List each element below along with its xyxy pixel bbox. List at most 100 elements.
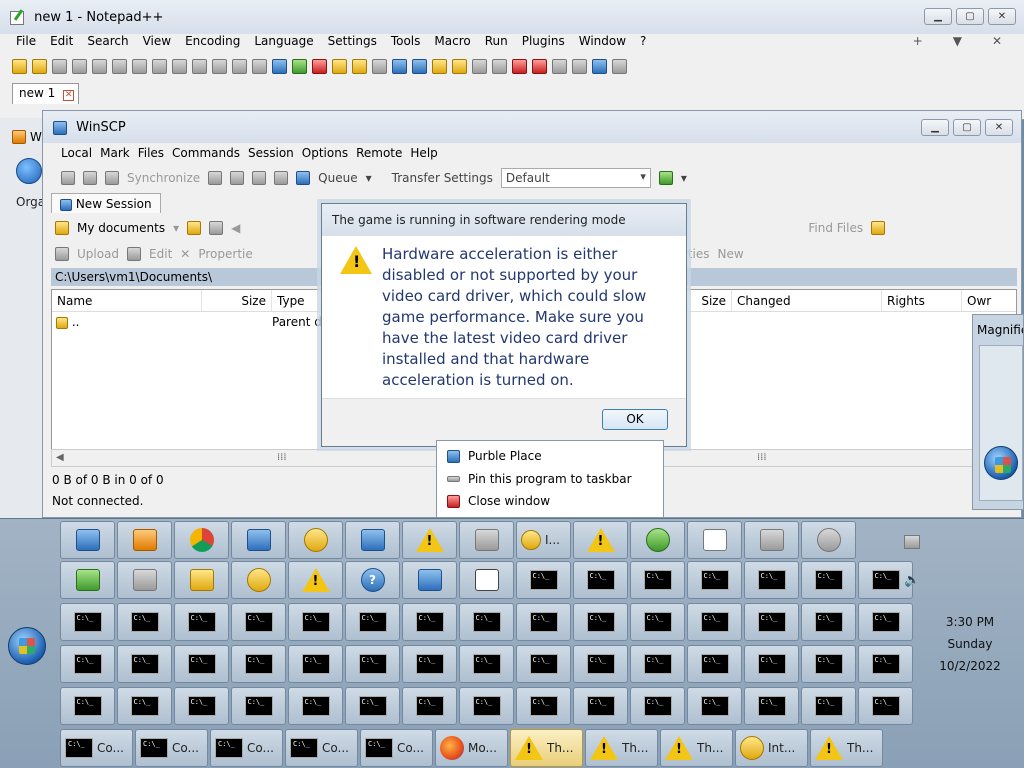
new-session-tab[interactable]: New Session [51,193,161,213]
tab-list-button[interactable]: ▼ [947,34,970,50]
taskbar-cmd[interactable]: C:\_ [402,603,457,641]
taskbar-cmd[interactable]: C:\_ [174,645,229,683]
filter-icon[interactable] [209,221,224,235]
menu-file[interactable]: File [10,34,44,50]
find-icon[interactable] [252,58,267,74]
taskbar-sticky-notes[interactable] [174,561,229,599]
console-icon[interactable] [208,171,223,185]
taskbar-warning-app-1[interactable] [402,521,457,559]
taskbar-chrome[interactable] [174,521,229,559]
record-macro-icon[interactable] [532,58,547,74]
upload-icon[interactable] [55,247,69,261]
monitoring-icon[interactable] [512,58,527,74]
taskbar-cmd[interactable]: C:\_ [288,603,343,641]
taskbar-calculator[interactable] [117,561,172,599]
jumplist-item-purble-place[interactable]: Purble Place [447,449,542,463]
word-wrap-icon[interactable] [372,58,387,74]
menu-settings[interactable]: Settings [322,34,385,50]
find-files-button[interactable]: Find Files [808,221,863,235]
taskbar-warning-game[interactable]: Th... [660,729,733,767]
taskbar-speech[interactable] [288,521,343,559]
clock-date[interactable]: 10/2/2022 [930,659,1010,673]
menu-view[interactable]: View [137,34,179,50]
close-all-icon[interactable] [112,58,127,74]
taskbar-cmd[interactable]: C:\_ [402,687,457,725]
taskbar-warning-game-active[interactable]: Th... [510,729,583,767]
taskbar-cmd[interactable]: C:\_ [801,561,856,599]
taskbar-cmd[interactable]: C:\_ [174,687,229,725]
edit-icon[interactable] [127,247,142,261]
preferences-icon[interactable] [252,171,267,185]
taskbar-cmd[interactable]: C:\_ [573,561,628,599]
menu-macro[interactable]: Macro [428,34,478,50]
taskbar-internet-game[interactable]: Int... [735,729,808,767]
col-rights[interactable]: Rights [882,290,962,311]
col-changed[interactable]: Changed [732,290,882,311]
stop-macro-icon[interactable] [552,58,567,74]
winscp-menu-local[interactable]: Local [61,146,98,160]
taskbar-cmd[interactable]: C:\_ [801,645,856,683]
open-file-icon[interactable] [32,58,47,74]
taskbar-cmd[interactable]: C:\_ [288,687,343,725]
clock-time[interactable]: 3:30 PM [930,615,1010,629]
zoom-out-icon[interactable] [312,58,327,74]
ok-button[interactable]: OK [602,409,668,430]
indent-guide-icon[interactable] [412,58,427,74]
gear-icon[interactable] [274,171,289,185]
save-all-icon[interactable] [72,58,87,74]
taskbar-paint[interactable] [231,561,286,599]
winscp-menu-remote[interactable]: Remote [356,146,408,160]
taskbar-cmd-labeled[interactable]: C:\_ Co... [360,729,433,767]
queue-dropdown-icon[interactable]: ▾ [366,171,372,185]
col-owner[interactable]: Owr [962,290,1002,311]
taskbar-cmd[interactable]: C:\_ [345,603,400,641]
zoom-in-icon[interactable] [292,58,307,74]
tree-toggle-icon[interactable] [871,221,886,235]
taskbar-cmd[interactable]: C:\_ [60,645,115,683]
tab-new-1[interactable]: new 1 ✕ [12,83,80,104]
taskbar-cmd[interactable]: C:\_ [516,561,571,599]
menu-edit[interactable]: Edit [44,34,81,50]
taskbar-chess-titans[interactable] [459,521,514,559]
minimize-button[interactable]: ▁ [924,8,952,25]
location-dropdown-icon[interactable]: ▾ [173,221,179,235]
taskbar-cmd[interactable]: C:\_ [744,687,799,725]
taskbar-magnifier[interactable] [345,521,400,559]
taskbar-cmd-labeled[interactable]: C:\_ Co... [285,729,358,767]
taskbar-cmd[interactable]: C:\_ [858,645,913,683]
print-icon[interactable] [132,58,147,74]
taskbar-cmd[interactable]: C:\_ [744,603,799,641]
winscp-menu-mark[interactable]: Mark [100,146,136,160]
clock-day[interactable]: Sunday [930,637,1010,651]
transfer-settings-select[interactable]: Default [500,168,651,188]
taskbar-cmd[interactable]: C:\_ [573,603,628,641]
start-button[interactable] [8,627,46,665]
language-icon[interactable] [432,58,447,74]
menu-run[interactable]: Run [479,34,516,50]
open-folder-icon[interactable] [187,221,202,235]
sync-horizontal-icon[interactable] [352,58,367,74]
synchronize-icon[interactable] [105,171,119,185]
close-doc-button[interactable]: ✕ [986,34,1010,50]
winscp-close-button[interactable]: ✕ [985,119,1013,136]
taskbar-warning-game[interactable]: Th... [585,729,658,767]
winscp-menu-options[interactable]: Options [302,146,354,160]
taskbar-cmd[interactable]: C:\_ [744,645,799,683]
taskbar-firefox[interactable]: Mo... [435,729,508,767]
run-macro-multiple-icon[interactable] [592,58,607,74]
volume-icon[interactable]: 🔈 [904,573,920,588]
taskbar-cmd-labeled[interactable]: C:\_ Co... [210,729,283,767]
taskbar-cmd[interactable]: C:\_ [60,687,115,725]
new-button[interactable]: New [717,247,743,261]
winscp-maximize-button[interactable]: ▢ [953,119,981,136]
taskbar-warning-app-3[interactable] [288,561,343,599]
taskbar-snipping-tool[interactable] [402,561,457,599]
taskbar-transfer-app[interactable] [60,561,115,599]
taskbar-cmd[interactable]: C:\_ [459,687,514,725]
winscp-menu-session[interactable]: Session [248,146,300,160]
taskbar-cmd[interactable]: C:\_ [630,687,685,725]
taskbar-cmd[interactable]: C:\_ [288,645,343,683]
maximize-button[interactable]: ▢ [956,8,984,25]
notepadpp-titlebar[interactable]: new 1 - Notepad++ ▁ ▢ ✕ [0,0,1024,34]
taskbar-onscreen-keyboard[interactable] [231,521,286,559]
